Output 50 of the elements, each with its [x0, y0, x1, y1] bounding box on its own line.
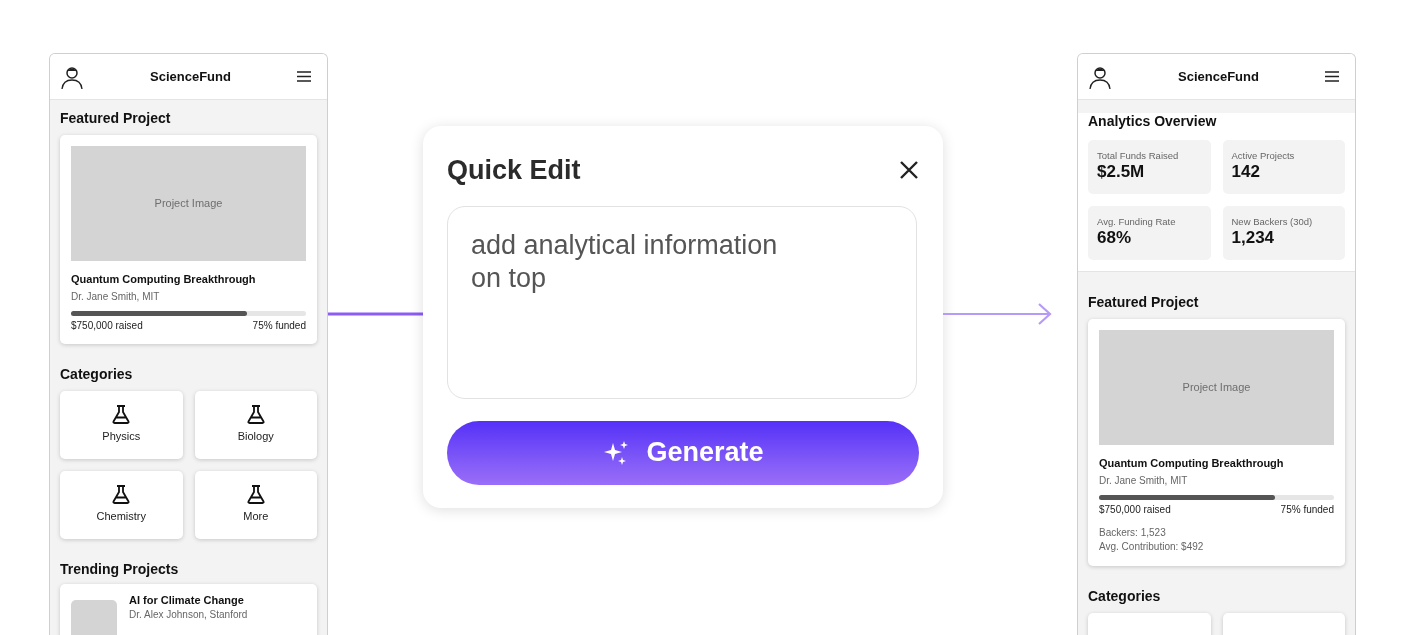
section-heading: Featured Project — [1088, 294, 1200, 311]
project-title: Quantum Computing Breakthrough — [1099, 457, 1285, 470]
generate-button[interactable]: Generate — [447, 420, 919, 485]
project-title: AI for Climate Change — [129, 594, 245, 607]
stat-label: Active Projects — [1231, 149, 1296, 163]
funded-percent: 75% funded — [1280, 503, 1334, 516]
placeholder-label: Project Image — [1182, 380, 1251, 396]
app-title: ScienceFund — [1178, 67, 1259, 86]
project-card[interactable]: Project Image Quantum Computing Breakthrough Dr. Jane Smith, MIT $750,000 raised 75% funded Backers: 1,523 Avg. Contribution: $492 — [1088, 319, 1345, 566]
menu-icon[interactable] — [1325, 71, 1339, 82]
flask-icon — [245, 485, 266, 505]
prompt-field[interactable]: add analytical information on top — [447, 205, 917, 399]
stat-value: 68% — [1097, 229, 1133, 248]
flask-icon — [111, 405, 132, 425]
stat-value: 1,234 — [1231, 229, 1276, 248]
project-author: Dr. Jane Smith, MIT — [1099, 475, 1189, 487]
app-title: ScienceFund — [150, 67, 231, 86]
close-button[interactable] — [899, 160, 919, 181]
category-tile[interactable]: Biology — [194, 391, 317, 459]
avatar-icon[interactable] — [1088, 64, 1112, 89]
stat-label: Total Funds Raised — [1097, 149, 1180, 163]
amount-raised: $750,000 raised — [1099, 503, 1171, 516]
image-placeholder — [71, 600, 117, 635]
project-author: Dr. Alex Johnson, Stanford — [129, 609, 248, 621]
funded-percent: 75% funded — [252, 319, 306, 332]
project-stat: Backers: 1,523 — [1099, 526, 1167, 540]
section-heading: Analytics Overview — [1088, 113, 1218, 130]
flask-icon — [245, 405, 266, 425]
section-heading: Categories — [60, 366, 134, 383]
stat-label: Avg. Funding Rate — [1097, 215, 1177, 229]
section-heading: Categories — [1088, 588, 1162, 605]
stat-label: New Backers (30d) — [1231, 215, 1314, 229]
category-tile[interactable]: Physics — [60, 391, 183, 459]
project-stat: Avg. Contribution: $492 — [1099, 540, 1205, 554]
project-card[interactable]: AI for Climate Change Dr. Alex Johnson, Stanford — [60, 584, 317, 635]
section-heading: Trending Projects — [60, 561, 180, 578]
avatar-icon[interactable] — [60, 64, 84, 89]
project-title: Quantum Computing Breakthrough — [71, 273, 257, 286]
project-card[interactable]: Project Image Quantum Computing Breakthrough Dr. Jane Smith, MIT $750,000 raised 75% funded — [60, 135, 317, 344]
stat-value: $2.5M — [1097, 163, 1146, 182]
stat-value: 142 — [1231, 163, 1261, 182]
menu-icon[interactable] — [297, 71, 311, 82]
category-tile[interactable]: Chemistry — [60, 471, 183, 539]
flask-icon — [111, 485, 132, 505]
dialog-title: Quick Edit — [447, 154, 581, 187]
project-author: Dr. Jane Smith, MIT — [71, 291, 161, 303]
section-heading: Featured Project — [60, 110, 172, 127]
category-tile[interactable]: More — [194, 471, 317, 539]
amount-raised: $750,000 raised — [71, 319, 143, 332]
placeholder-label: Project Image — [154, 196, 223, 212]
